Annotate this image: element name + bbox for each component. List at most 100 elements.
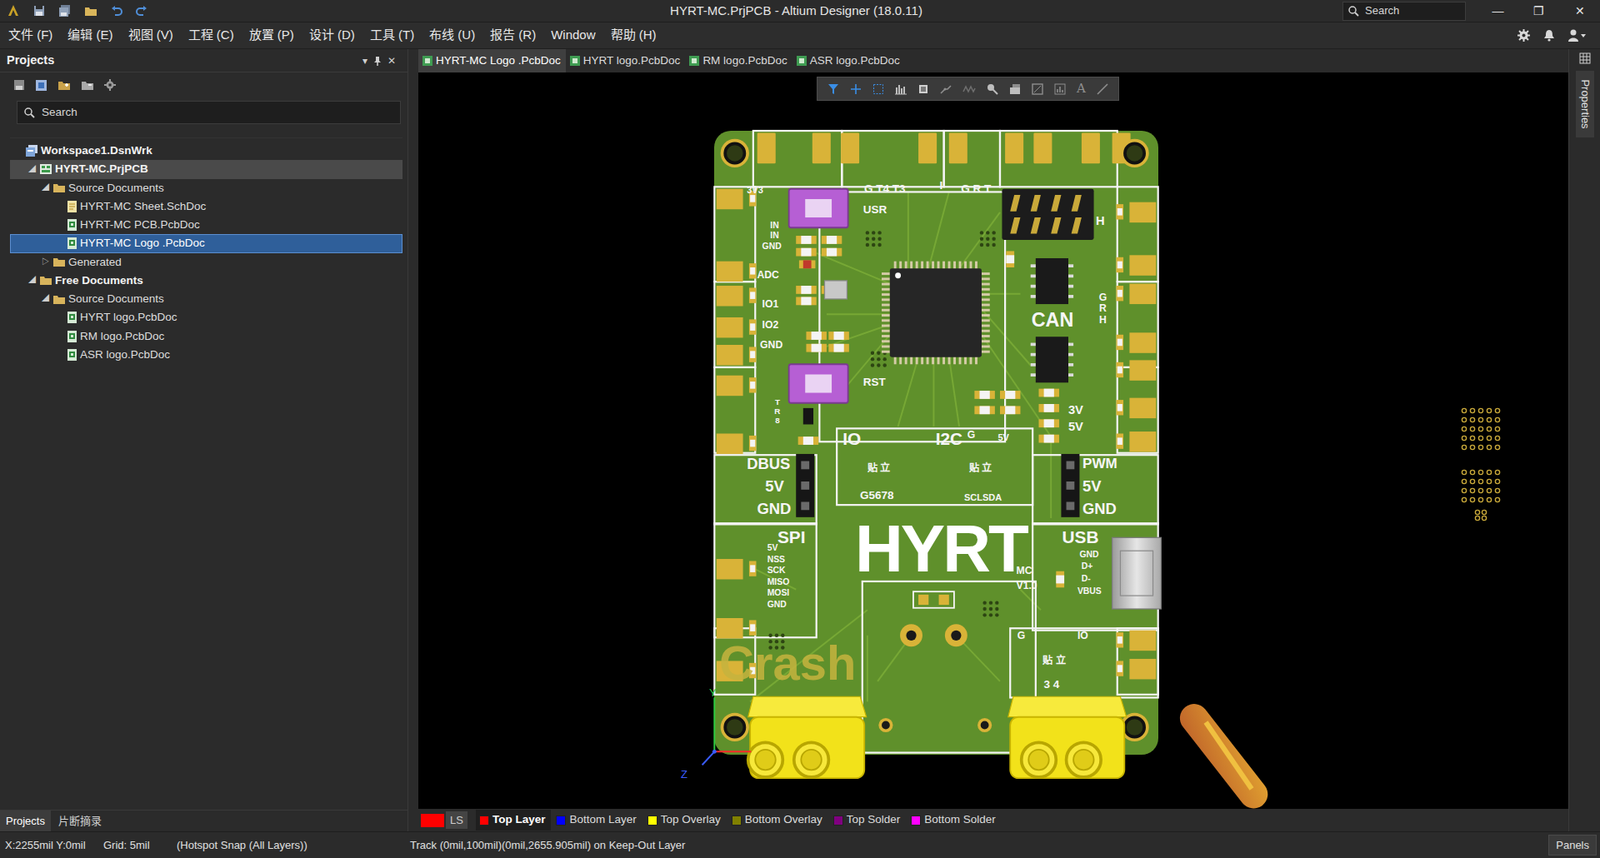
layer-tab[interactable]: Bottom Layer [552,810,642,830]
select-rect-icon[interactable] [872,83,885,95]
menu-item[interactable]: Window [542,25,602,45]
line-icon[interactable] [1096,83,1109,95]
menu-item[interactable]: 布线 (U) [420,25,482,45]
board-signature: Crash [719,639,856,688]
layer-tab[interactable]: Bottom Solder [907,810,1002,830]
layer-tab[interactable]: Top Solder [830,810,907,830]
menu-item[interactable]: 帮助 (H) [602,25,664,45]
tree-toggle[interactable]: ◢ [25,164,38,176]
tree-item[interactable]: ▷Generated [10,253,403,272]
tree-item[interactable]: ◢Source Documents [10,179,403,198]
chart-icon[interactable] [1054,83,1066,95]
tree-item-body[interactable]: HYRT logo.PcbDoc [10,308,403,327]
document-tab[interactable]: ASR logo.PcbDoc [792,49,905,73]
tree-item-body[interactable]: HYRT-MC Sheet.SchDoc [10,197,403,216]
fill-icon[interactable] [1009,83,1021,95]
tree-item[interactable]: Workspace1.DsnWrk [10,141,403,160]
tree-item[interactable]: ◢HYRT-MC.PrjPCB [10,160,403,179]
panel-search-box[interactable] [16,100,401,125]
save-all-icon[interactable] [58,5,71,17]
component-icon[interactable] [917,83,930,95]
text-tool[interactable]: A [1076,82,1086,95]
filter-icon[interactable] [827,83,840,95]
silkscreen-label: GND [1082,501,1117,517]
pin-icon[interactable] [372,55,383,66]
silkscreen-label: SCK [767,566,786,575]
tree-item[interactable]: HYRT-MC PCB.PcbDoc [10,215,403,235]
minimize-button[interactable]: — [1477,0,1519,23]
gear-icon[interactable] [1517,29,1530,42]
tree-item-body[interactable]: HYRT-MC Logo .PcbDoc [10,234,403,253]
menu-item[interactable]: 文件 (F) [0,25,60,45]
tree-item[interactable]: ASR logo.PcbDoc [10,345,403,365]
panel-tab[interactable]: Projects [0,810,51,833]
bell-icon[interactable] [1543,29,1555,42]
panel-close-button[interactable]: ✕ [382,53,401,69]
tree-toggle[interactable]: ◢ [25,275,38,287]
panel-grid-icon[interactable] [1579,52,1591,65]
menu-item[interactable]: 视图 (V) [120,25,180,45]
layer-tab[interactable]: Top Layer [475,810,552,830]
menu-item[interactable]: 编辑 (E) [59,25,120,45]
axis-label: Z [680,769,688,780]
tree-item[interactable]: HYRT-MC Sheet.SchDoc [10,197,403,216]
tree-item[interactable]: ◢Source Documents [10,290,403,309]
tree-item-body[interactable]: ◢Source Documents [10,179,403,198]
title-search-input[interactable] [1363,1,1460,20]
route-icon[interactable] [940,83,952,95]
menu-item[interactable]: 工具 (T) [361,25,421,45]
title-search-box[interactable] [1342,1,1466,21]
project-icon[interactable] [35,79,48,92]
tree-item-body[interactable]: RM logo.PcbDoc [10,327,403,346]
tree-item-body[interactable]: HYRT-MC PCB.PcbDoc [10,215,403,235]
layer-tab[interactable]: Top Overlay [644,810,727,830]
tree-toggle[interactable]: ◢ [39,293,51,305]
tree-toggle[interactable]: ▷ [39,256,51,269]
save-icon[interactable] [13,79,25,91]
cross-icon[interactable] [850,83,862,95]
menu-item[interactable]: 设计 (D) [300,25,362,45]
remove-folder-icon[interactable] [80,79,95,91]
align-icon[interactable] [895,83,907,95]
menu-item[interactable]: 放置 (P) [240,25,301,45]
tree-item-body[interactable]: Workspace1.DsnWrk [10,141,403,160]
document-tab[interactable]: HYRT-MC Logo .PcbDoc [418,49,566,73]
tree-item-body[interactable]: ▷Generated [10,253,403,272]
undo-icon[interactable] [110,5,123,17]
tree-item[interactable]: HYRT-MC Logo .PcbDoc [10,234,403,253]
silkscreen-label: CAN [1031,310,1074,330]
tree-item[interactable]: HYRT logo.PcbDoc [10,308,403,327]
add-folder-icon[interactable] [57,79,71,91]
tree-item-body[interactable]: ◢Source Documents [10,290,403,309]
tree-toggle[interactable]: ◢ [39,182,51,195]
settings-icon[interactable] [104,79,116,91]
maximize-button[interactable]: ❐ [1518,0,1560,23]
open-folder-icon[interactable] [84,5,98,17]
panels-button[interactable]: Panels [1548,835,1597,857]
region-icon[interactable] [1031,83,1044,95]
pcb-document-icon [422,55,433,66]
user-icon[interactable] [1568,29,1587,42]
panel-tab[interactable]: 片断摘录 [52,810,108,833]
document-tab[interactable]: HYRT logo.PcbDoc [565,49,686,73]
close-button[interactable]: ✕ [1559,0,1600,23]
tree-item[interactable]: RM logo.PcbDoc [10,327,403,346]
layer-set-button[interactable]: LS [445,811,468,830]
panel-search-input[interactable] [40,103,394,122]
tree-item-body[interactable]: ◢HYRT-MC.PrjPCB [10,160,403,179]
pcb-document-icon [689,55,700,66]
layer-tab[interactable]: Bottom Overlay [728,810,829,830]
properties-tab[interactable]: Properties [1575,70,1595,138]
tree-item-body[interactable]: ◢Free Documents [10,271,403,290]
tree-item[interactable]: ◢Free Documents [10,271,403,290]
save-icon[interactable] [33,5,45,17]
menu-item[interactable]: 报告 (R) [481,25,543,45]
panel-menu-button[interactable]: ▾ [357,53,373,69]
diff-pair-icon[interactable] [962,83,976,95]
tree-item-body[interactable]: ASR logo.PcbDoc [10,345,403,365]
redo-icon[interactable] [135,5,148,17]
altium-logo-icon[interactable] [6,4,20,18]
menu-item[interactable]: 工程 (C) [180,25,241,45]
document-tab[interactable]: RM logo.PcbDoc [685,49,792,73]
pin-icon[interactable] [986,83,999,95]
